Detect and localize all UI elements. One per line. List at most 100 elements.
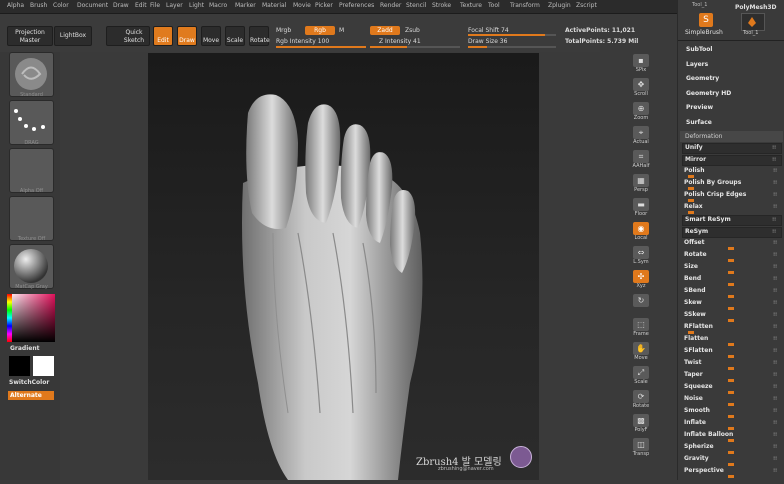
menu-zplugin[interactable]: Zplugin xyxy=(548,2,571,9)
axis-toggle-icon[interactable]: ∷ xyxy=(774,395,778,403)
shelf-button-frame[interactable]: ⬚ Frame xyxy=(629,318,653,338)
menu-light[interactable]: Light xyxy=(189,2,204,9)
nav-layers[interactable]: Layers xyxy=(686,61,708,68)
axis-toggle-icon[interactable]: ∷ xyxy=(774,419,778,427)
slider-knob[interactable] xyxy=(728,271,734,274)
shelf-button-move[interactable]: ✋ Move xyxy=(629,342,653,362)
deform-rflatten-slider[interactable]: RFlatten ∷ xyxy=(682,323,782,334)
axis-toggle-icon[interactable]: ∷ xyxy=(773,228,777,236)
deform-bend-slider[interactable]: Bend ∷ xyxy=(682,275,782,286)
menu-color[interactable]: Color xyxy=(53,2,69,9)
menu-transform[interactable]: Transform xyxy=(510,2,540,9)
move-button[interactable]: Move xyxy=(201,26,221,46)
axis-toggle-icon[interactable]: ∷ xyxy=(774,443,778,451)
texture-thumbnail[interactable] xyxy=(9,196,54,241)
shelf-button-scale[interactable]: ⤢ Scale xyxy=(629,366,653,386)
mrgb-toggle[interactable]: Mrgb xyxy=(276,27,291,34)
menu-zscript[interactable]: Zscript xyxy=(576,2,597,9)
scale-button[interactable]: Scale xyxy=(225,26,245,46)
rotate-button[interactable]: Rotate xyxy=(249,26,270,46)
slider-knob[interactable] xyxy=(728,355,734,358)
axis-toggle-icon[interactable]: ∷ xyxy=(774,299,778,307)
switchcolor-button[interactable]: SwitchColor xyxy=(9,379,49,386)
menu-material[interactable]: Material xyxy=(262,2,286,9)
axis-toggle-icon[interactable]: ∷ xyxy=(774,431,778,439)
menu-edit[interactable]: Edit xyxy=(135,2,147,9)
shelf-button-xyz[interactable]: ✣ Xyz xyxy=(629,270,653,290)
shelf-button-spix[interactable]: ▪ SPix xyxy=(629,54,653,74)
projection-master-button[interactable]: Projection Master xyxy=(7,26,53,46)
deform-size-slider[interactable]: Size ∷ xyxy=(682,263,782,274)
nav-geometry[interactable]: Geometry xyxy=(686,75,719,82)
slider-knob[interactable] xyxy=(728,391,734,394)
secondary-color-swatch[interactable] xyxy=(9,356,30,376)
slider-knob[interactable] xyxy=(728,475,734,478)
axis-toggle-icon[interactable]: ∷ xyxy=(774,407,778,415)
simplebrush-icon[interactable]: S xyxy=(699,13,713,27)
alternate-button[interactable]: Alternate xyxy=(8,391,54,400)
menu-picker[interactable]: Picker xyxy=(315,2,333,9)
deform-perspective-slider[interactable]: Perspective ∷ xyxy=(682,467,782,478)
slider-knob[interactable] xyxy=(688,331,695,334)
lightbox-button[interactable]: LightBox xyxy=(54,26,92,46)
menu-texture[interactable]: Texture xyxy=(460,2,482,9)
shelf-button-l-sym[interactable]: ⇔ L.Sym xyxy=(629,246,653,266)
stroke-thumbnail[interactable] xyxy=(9,100,54,145)
deform-spherize-slider[interactable]: Spherize ∷ xyxy=(682,443,782,454)
alpha-thumbnail[interactable] xyxy=(9,148,54,193)
shelf-button-floor[interactable]: ▬ Floor xyxy=(629,198,653,218)
menu-stroke[interactable]: Stroke xyxy=(432,2,451,9)
shelf-button-actual[interactable]: ⌖ Actual xyxy=(629,126,653,146)
axis-toggle-icon[interactable]: ∷ xyxy=(774,371,778,379)
material-thumbnail[interactable] xyxy=(9,244,54,289)
shelf-button-aahalf[interactable]: ⌗ AAHalf xyxy=(629,150,653,170)
slider-knob[interactable] xyxy=(728,451,734,454)
quick-sketch-button[interactable]: Quick Sketch xyxy=(106,26,150,46)
deform-noise-slider[interactable]: Noise ∷ xyxy=(682,395,782,406)
deform-polish-slider[interactable]: Polish ∷ xyxy=(682,167,782,178)
main-color-swatch[interactable] xyxy=(33,356,54,376)
axis-toggle-icon[interactable]: ∷ xyxy=(774,311,778,319)
axis-toggle-icon[interactable]: ∷ xyxy=(774,359,778,367)
slider-knob[interactable] xyxy=(728,367,734,370)
menu-layer[interactable]: Layer xyxy=(166,2,183,9)
slider-knob[interactable] xyxy=(688,175,695,178)
axis-toggle-icon[interactable]: ∷ xyxy=(774,347,778,355)
shelf-button-rotate-y-icon[interactable]: ↻ xyxy=(629,294,653,314)
deform-sflatten-slider[interactable]: SFlatten ∷ xyxy=(682,347,782,358)
slider-knob[interactable] xyxy=(728,307,734,310)
menu-file[interactable]: File xyxy=(150,2,160,9)
menu-alpha[interactable]: Alpha xyxy=(7,2,24,9)
shelf-button-scroll[interactable]: ✥ Scroll xyxy=(629,78,653,98)
slider-knob[interactable] xyxy=(688,211,695,214)
deform-mirror-button[interactable]: Mirror ∷ xyxy=(682,155,782,166)
slider-knob[interactable] xyxy=(728,427,734,430)
deform-unify-button[interactable]: Unify ∷ xyxy=(682,143,782,154)
draw-button[interactable]: Draw xyxy=(177,26,197,46)
slider-knob[interactable] xyxy=(688,187,695,190)
deform-smart-resym-button[interactable]: Smart ReSym ∷ xyxy=(682,215,782,226)
brush-thumbnail[interactable] xyxy=(9,52,54,97)
deform-polish-crisp-edges-slider[interactable]: Polish Crisp Edges ∷ xyxy=(682,191,782,202)
menu-render[interactable]: Render xyxy=(380,2,401,9)
menu-macro[interactable]: Macro xyxy=(209,2,227,9)
nav-surface[interactable]: Surface xyxy=(686,119,712,126)
axis-toggle-icon[interactable]: ∷ xyxy=(774,239,778,247)
zadd-toggle[interactable]: Zadd xyxy=(370,26,400,35)
axis-toggle-icon[interactable]: ∷ xyxy=(773,216,777,224)
slider-knob[interactable] xyxy=(728,259,734,262)
menu-movie[interactable]: Movie xyxy=(293,2,311,9)
menu-document[interactable]: Document xyxy=(77,2,108,9)
nav-geometry-hd[interactable]: Geometry HD xyxy=(686,90,731,97)
deform-sskew-slider[interactable]: SSkew ∷ xyxy=(682,311,782,322)
deform-polish-by-groups-slider[interactable]: Polish By Groups ∷ xyxy=(682,179,782,190)
axis-toggle-icon[interactable]: ∷ xyxy=(774,335,778,343)
deform-sbend-slider[interactable]: SBend ∷ xyxy=(682,287,782,298)
tool-thumbnail-right[interactable] xyxy=(741,13,765,31)
color-picker[interactable] xyxy=(7,294,55,342)
slider-knob[interactable] xyxy=(728,319,734,322)
slider-knob[interactable] xyxy=(728,343,734,346)
slider-knob[interactable] xyxy=(688,199,695,202)
menu-tool[interactable]: Tool xyxy=(488,2,500,9)
gradient-label[interactable]: Gradient xyxy=(10,345,40,352)
